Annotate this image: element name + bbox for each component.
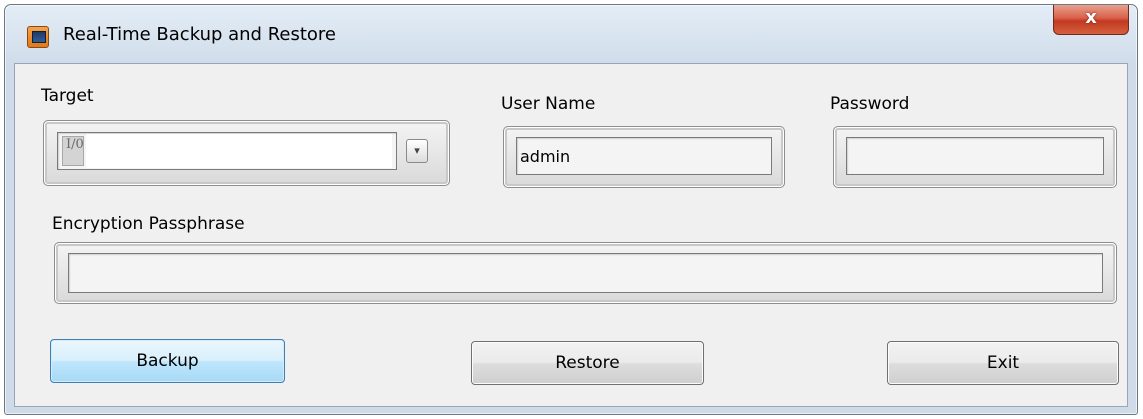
- close-icon: x: [1085, 7, 1097, 28]
- target-input[interactable]: [86, 134, 392, 168]
- window-title: Real-Time Backup and Restore: [63, 24, 337, 45]
- encryption-passphrase-input[interactable]: [68, 253, 1103, 293]
- backup-button[interactable]: Backup: [50, 339, 285, 383]
- user-name-input[interactable]: [516, 137, 772, 175]
- app-icon-screen: [32, 31, 46, 43]
- restore-button[interactable]: Restore: [471, 341, 704, 385]
- app-icon: [27, 26, 49, 48]
- user-name-frame: [503, 126, 785, 188]
- app-window: Real-Time Backup and Restore x Target I/…: [4, 4, 1138, 415]
- chevron-down-icon: ▾: [414, 144, 420, 157]
- password-frame: [833, 126, 1117, 188]
- encryption-label: Encryption Passphrase: [52, 214, 245, 234]
- target-label: Target: [41, 86, 94, 106]
- client-area: Target I/0 ▾ User Name Password Encrypti…: [14, 63, 1128, 407]
- target-frame: I/0 ▾: [43, 120, 450, 186]
- target-dropdown-button[interactable]: ▾: [406, 139, 428, 163]
- target-combo-field[interactable]: I/0: [57, 132, 397, 170]
- user-name-label: User Name: [501, 94, 596, 114]
- encryption-frame: [54, 242, 1117, 304]
- close-button[interactable]: x: [1053, 5, 1129, 35]
- password-label: Password: [830, 94, 910, 114]
- exit-button[interactable]: Exit: [887, 341, 1119, 385]
- password-input[interactable]: [846, 137, 1104, 175]
- io-tag-icon: I/0: [62, 136, 84, 166]
- title-bar[interactable]: Real-Time Backup and Restore x: [5, 5, 1137, 63]
